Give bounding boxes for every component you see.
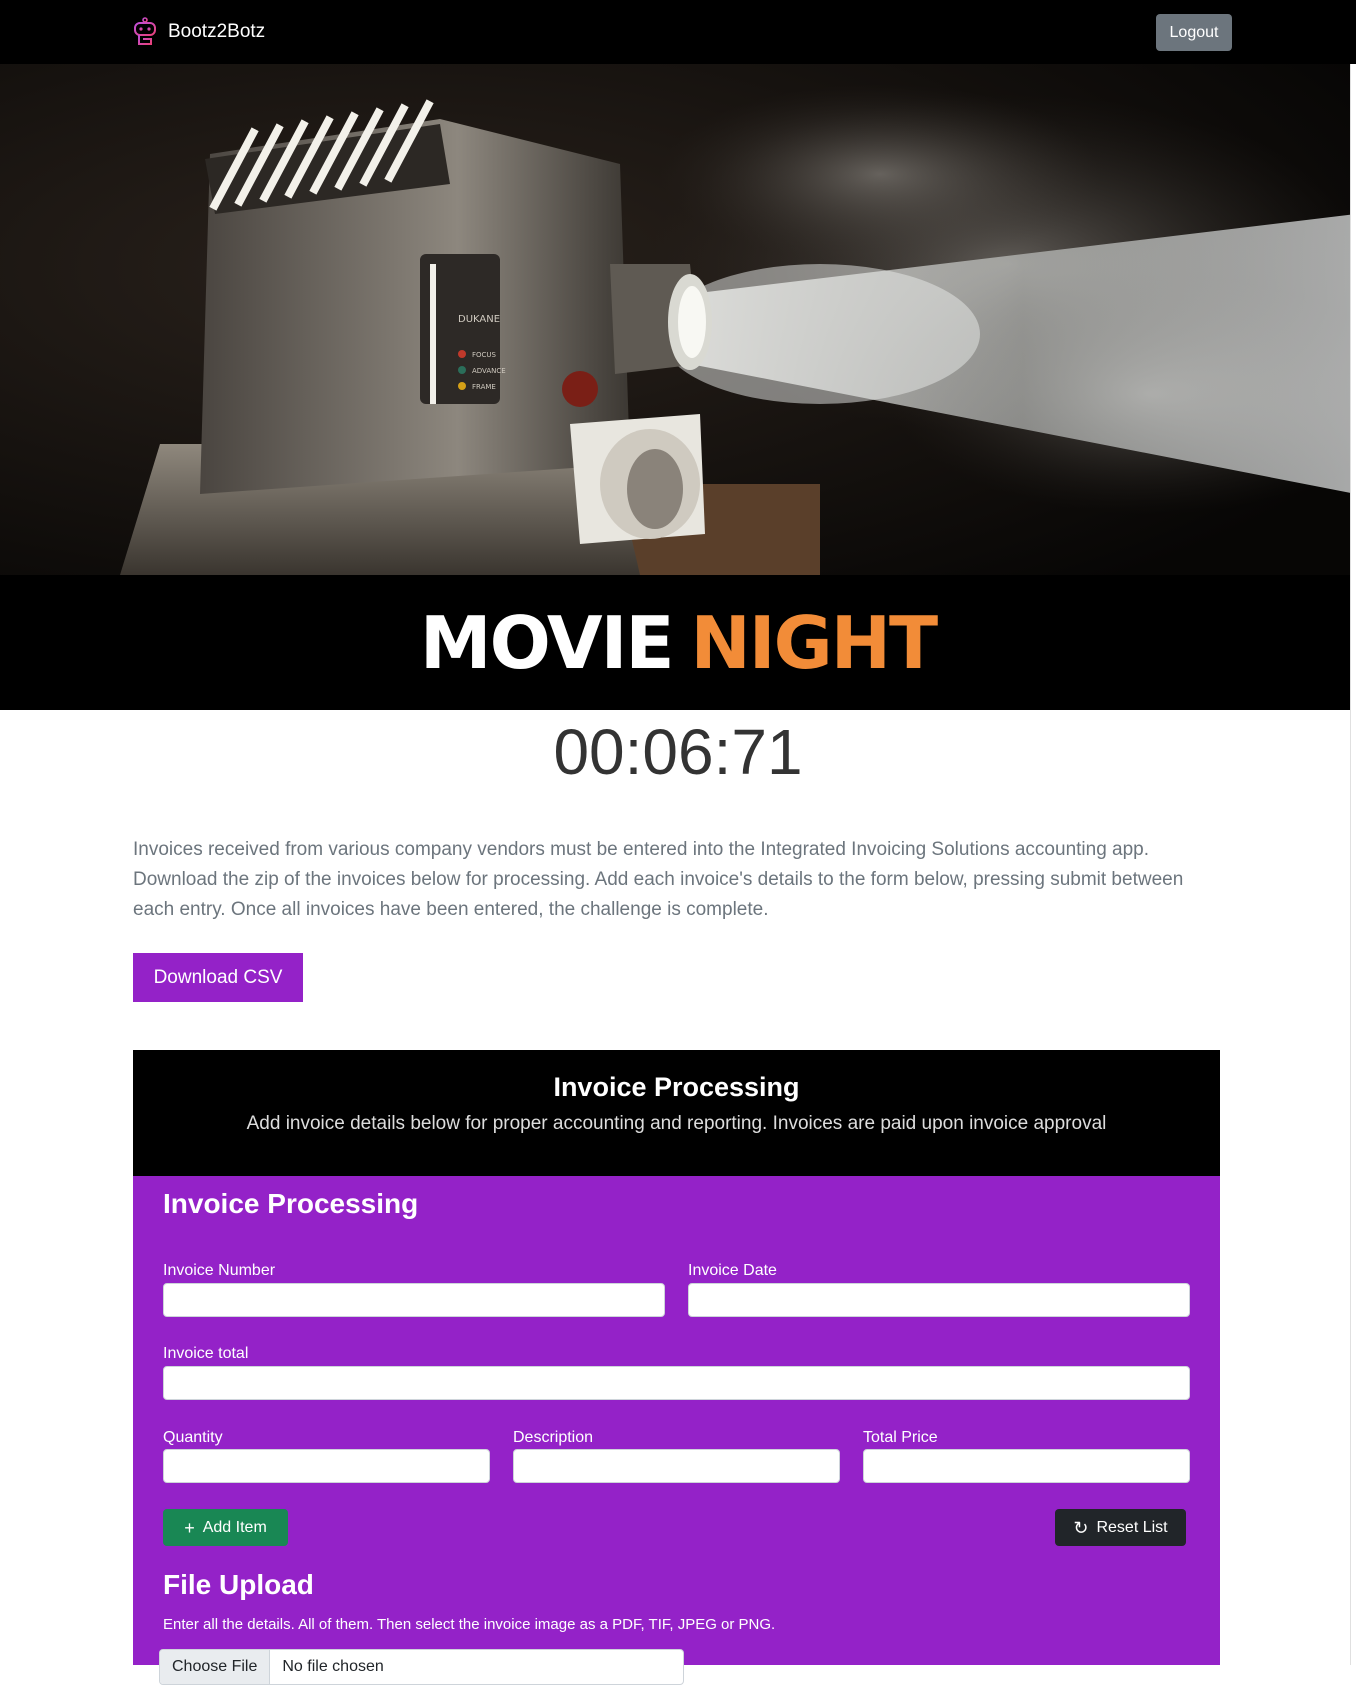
- invoice-date-input[interactable]: [688, 1283, 1190, 1317]
- title-banner: MOVIE NIGHT: [0, 575, 1356, 710]
- total-price-label: Total Price: [863, 1429, 938, 1446]
- add-item-button[interactable]: + Add Item: [163, 1509, 288, 1546]
- projector-label-advance: ADVANCE: [472, 367, 506, 375]
- reset-icon: ↻: [1073, 1517, 1089, 1538]
- scrollbar[interactable]: [1350, 64, 1356, 1665]
- title-night: NIGHT: [690, 600, 939, 685]
- file-input[interactable]: Choose File No file chosen: [159, 1649, 684, 1685]
- quantity-input[interactable]: [163, 1449, 490, 1483]
- timer: 00:06:71: [553, 716, 803, 788]
- robot-logo-icon: [134, 17, 156, 45]
- page-title: MOVIE NIGHT: [420, 607, 938, 679]
- plus-icon: +: [184, 1517, 195, 1538]
- invoice-date-label: Invoice Date: [688, 1262, 777, 1279]
- invoice-total-input[interactable]: [163, 1366, 1190, 1400]
- file-upload-help: Enter all the details. All of them. Then…: [163, 1616, 776, 1633]
- total-price-input[interactable]: [863, 1449, 1190, 1483]
- brand[interactable]: Bootz2Botz: [132, 16, 265, 48]
- add-item-label: Add Item: [202, 1518, 267, 1536]
- file-name: No file chosen: [282, 1658, 384, 1675]
- projector-label-focus: FOCUS: [472, 351, 497, 359]
- description-label: Description: [513, 1429, 594, 1446]
- projector-label-frame: FRAME: [472, 383, 496, 391]
- invoice-total-label: Invoice total: [163, 1345, 249, 1362]
- file-upload-title: File Upload: [163, 1569, 314, 1600]
- hero-image: DUKANE FOCUS ADVANCE FRAME: [0, 64, 1356, 575]
- invoice-number-input[interactable]: [163, 1283, 665, 1317]
- reset-list-button[interactable]: ↻ Reset List: [1055, 1509, 1186, 1546]
- invoice-number-label: Invoice Number: [163, 1262, 276, 1279]
- reset-list-label: Reset List: [1096, 1518, 1168, 1536]
- projector-brand: DUKANE: [458, 314, 500, 325]
- projector-illustration: DUKANE FOCUS ADVANCE FRAME: [0, 64, 1356, 575]
- description-input[interactable]: [513, 1449, 840, 1483]
- invoice-form: Invoice Processing Invoice Number Invoic…: [133, 1176, 1220, 1685]
- invoice-card-subtitle: Add invoice details below for proper acc…: [246, 1113, 1107, 1134]
- quantity-label: Quantity: [163, 1429, 223, 1446]
- invoice-card-title: Invoice Processing: [553, 1072, 800, 1102]
- form-title: Invoice Processing: [163, 1188, 419, 1219]
- title-movie: MOVIE: [419, 600, 675, 685]
- navbar: Bootz2Botz Logout: [0, 0, 1356, 64]
- intro-text: Invoices received from various company v…: [133, 839, 1184, 920]
- logout-button[interactable]: Logout: [1156, 14, 1232, 51]
- brand-name: Bootz2Botz: [168, 21, 266, 42]
- download-csv-button[interactable]: Download CSV: [133, 953, 303, 1002]
- invoice-card-header: Invoice Processing Add invoice details b…: [133, 1050, 1220, 1176]
- choose-file-button[interactable]: Choose File: [160, 1650, 271, 1684]
